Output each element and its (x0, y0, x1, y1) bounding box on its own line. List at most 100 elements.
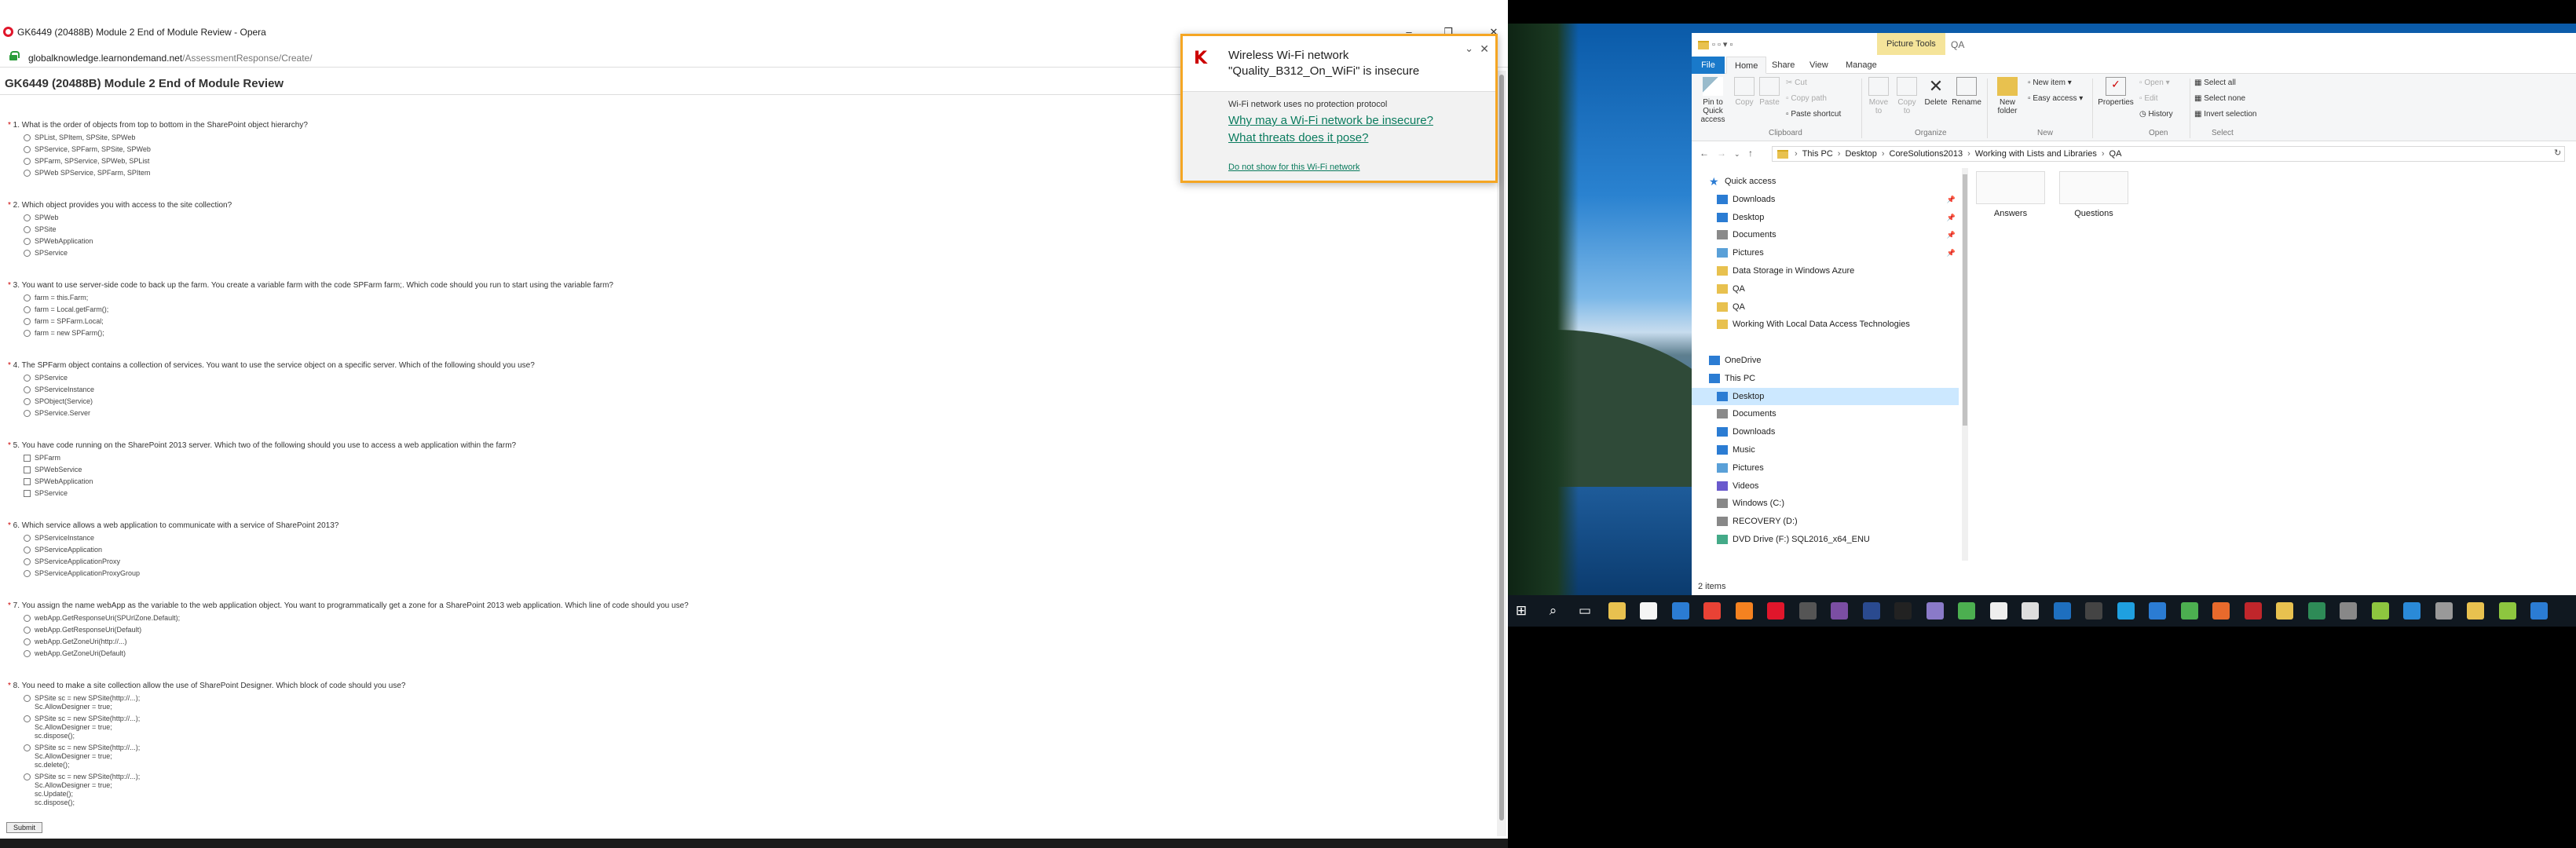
url-text[interactable]: globalknowledge.learnondemand.net/Assess… (28, 53, 313, 64)
app-icon[interactable] (2435, 602, 2453, 620)
radio-button[interactable] (24, 226, 31, 233)
paste-shortcut-button[interactable]: ▫ Paste shortcut (1786, 110, 1841, 119)
radio-button[interactable] (24, 238, 31, 245)
new-folder-button[interactable]: New folder (1992, 77, 2023, 115)
invert-selection-button[interactable]: ▦ Invert selection (2194, 110, 2257, 119)
app-icon[interactable] (1989, 602, 2007, 620)
answer-option[interactable]: farm = this.Farm; (8, 292, 1484, 304)
radio-button[interactable] (24, 695, 31, 702)
back-arrow-icon[interactable]: ← (1700, 148, 1709, 159)
checkbox[interactable] (24, 490, 31, 497)
popup-link-threats[interactable]: What threats does it pose? (1228, 131, 1368, 144)
answer-option[interactable]: SPWebApplication (8, 476, 1484, 488)
breadcrumb[interactable]: › This PC › Desktop › CoreSolutions2013 › Worki… (1772, 146, 2565, 162)
app-icon[interactable] (2180, 602, 2198, 620)
store-icon[interactable] (1640, 602, 1657, 620)
nav-item[interactable]: Windows (C:) (1692, 495, 1959, 512)
checkbox[interactable] (24, 466, 31, 473)
pin-quick-access-button[interactable]: Pin to Quick access (1695, 77, 1731, 124)
answer-option[interactable]: SPWebApplication (8, 236, 1484, 247)
select-all-button[interactable]: ▦ Select all (2194, 79, 2236, 87)
open-button[interactable]: ▫ Open ▾ (2139, 79, 2170, 87)
radio-button[interactable] (24, 627, 31, 634)
answer-option[interactable]: SPServiceInstance (8, 384, 1484, 396)
visual-studio-icon[interactable] (1831, 602, 1848, 620)
popup-link-insecure[interactable]: Why may a Wi-Fi network be insecure? (1228, 114, 1433, 127)
app-icon[interactable] (1926, 602, 1944, 620)
powershell-icon[interactable] (1862, 602, 1880, 620)
answer-option[interactable]: SPServiceApplicationProxyGroup (8, 568, 1484, 579)
answer-option[interactable]: SPSite (8, 224, 1484, 236)
tab-home[interactable]: Home (1726, 57, 1767, 74)
nav-item[interactable]: QA (1692, 298, 1959, 316)
app-icon[interactable] (2467, 602, 2484, 620)
tab-view[interactable]: View (1802, 57, 1836, 74)
forward-arrow-icon[interactable]: → (1717, 148, 1726, 159)
app-icon[interactable] (2149, 602, 2166, 620)
radio-button[interactable] (24, 146, 31, 153)
answer-option[interactable]: farm = SPFarm.Local; (8, 316, 1484, 327)
breadcrumb-item[interactable]: Desktop (1845, 149, 1876, 159)
nav-item[interactable]: Pictures 📌 (1692, 244, 1959, 261)
edge-icon[interactable] (1671, 602, 1689, 620)
answer-option[interactable]: farm = Local.getFarm(); (8, 304, 1484, 316)
answer-option[interactable]: SPWeb (8, 212, 1484, 224)
cut-button[interactable]: ✂ Cut (1786, 79, 1807, 87)
answer-option[interactable]: webApp.GetZoneUri(http://...) (8, 636, 1484, 648)
move-to-button[interactable]: Move to (1866, 77, 1891, 115)
up-arrow-icon[interactable]: ↑ (1748, 148, 1753, 159)
chrome-icon[interactable] (1703, 602, 1721, 620)
radio-button[interactable] (24, 773, 31, 780)
refresh-icon[interactable]: ↻ (2554, 148, 2561, 158)
radio-button[interactable] (24, 170, 31, 177)
nav-item[interactable]: Downloads (1692, 423, 1959, 440)
app-icon[interactable] (2212, 602, 2230, 620)
answer-option[interactable]: SPService.Server (8, 408, 1484, 419)
nav-scrollbar[interactable] (1962, 168, 1968, 561)
breadcrumb-item[interactable]: This PC (1802, 149, 1833, 159)
app-icon[interactable] (2530, 602, 2548, 620)
nav-item[interactable]: Documents (1692, 405, 1959, 422)
nav-item[interactable]: QA (1692, 280, 1959, 298)
radio-button[interactable] (24, 535, 31, 542)
nav-item[interactable]: Desktop 📌 (1692, 209, 1959, 226)
breadcrumb-separator-icon[interactable]: › (1882, 149, 1885, 159)
app-icon[interactable] (2307, 602, 2325, 620)
file-explorer-icon[interactable] (1608, 602, 1626, 620)
answer-option[interactable]: SPService (8, 247, 1484, 259)
delete-button[interactable]: ✕ Delete (1923, 77, 1949, 108)
radio-button[interactable] (24, 306, 31, 313)
answer-option[interactable]: SPSite sc = new SPSite(http://...); Sc.Al… (8, 771, 1484, 807)
radio-button[interactable] (24, 330, 31, 337)
radio-button[interactable] (24, 558, 31, 565)
submit-button[interactable]: Submit (6, 822, 42, 833)
radio-button[interactable] (24, 386, 31, 393)
nav-item[interactable]: Data Storage in Windows Azure (1692, 262, 1959, 280)
easy-access-button[interactable]: ▫ Easy access ▾ (2028, 94, 2083, 103)
nav-item[interactable]: DVD Drive (F:) SQL2016_x64_ENU (1692, 531, 1959, 548)
answer-option[interactable]: SPServiceApplicationProxy (8, 556, 1484, 568)
answer-option[interactable]: SPSite sc = new SPSite(http://...); Sc.Al… (8, 742, 1484, 769)
app-icon[interactable] (2340, 602, 2357, 620)
popup-close-icon[interactable]: ✕ (1480, 42, 1489, 56)
radio-button[interactable] (24, 318, 31, 325)
answer-option[interactable]: SPService (8, 488, 1484, 499)
answer-option[interactable]: webApp.GetZoneUri(Default) (8, 648, 1484, 660)
app-icon[interactable] (2403, 602, 2420, 620)
nav-item[interactable]: Videos (1692, 477, 1959, 495)
tab-share[interactable]: Share (1764, 57, 1802, 74)
select-none-button[interactable]: ▦ Select none (2194, 94, 2245, 103)
radio-button[interactable] (24, 158, 31, 165)
answer-option[interactable]: SPService (8, 372, 1484, 384)
answer-option[interactable]: SPFarm (8, 452, 1484, 464)
history-button[interactable]: ◷ History (2139, 110, 2173, 119)
filezilla-icon[interactable] (2244, 602, 2262, 620)
answer-option[interactable]: SPServiceApplication (8, 544, 1484, 556)
breadcrumb-separator-icon[interactable]: › (1795, 149, 1798, 159)
opera-icon[interactable] (1767, 602, 1784, 620)
radio-button[interactable] (24, 294, 31, 302)
answer-option[interactable]: SPSite sc = new SPSite(http://...); Sc.Al… (8, 693, 1484, 711)
nav-item[interactable]: Working With Local Data Access Technolog… (1692, 316, 1959, 333)
radio-button[interactable] (24, 715, 31, 722)
recent-chevron-icon[interactable]: ⌄ (1734, 150, 1740, 159)
